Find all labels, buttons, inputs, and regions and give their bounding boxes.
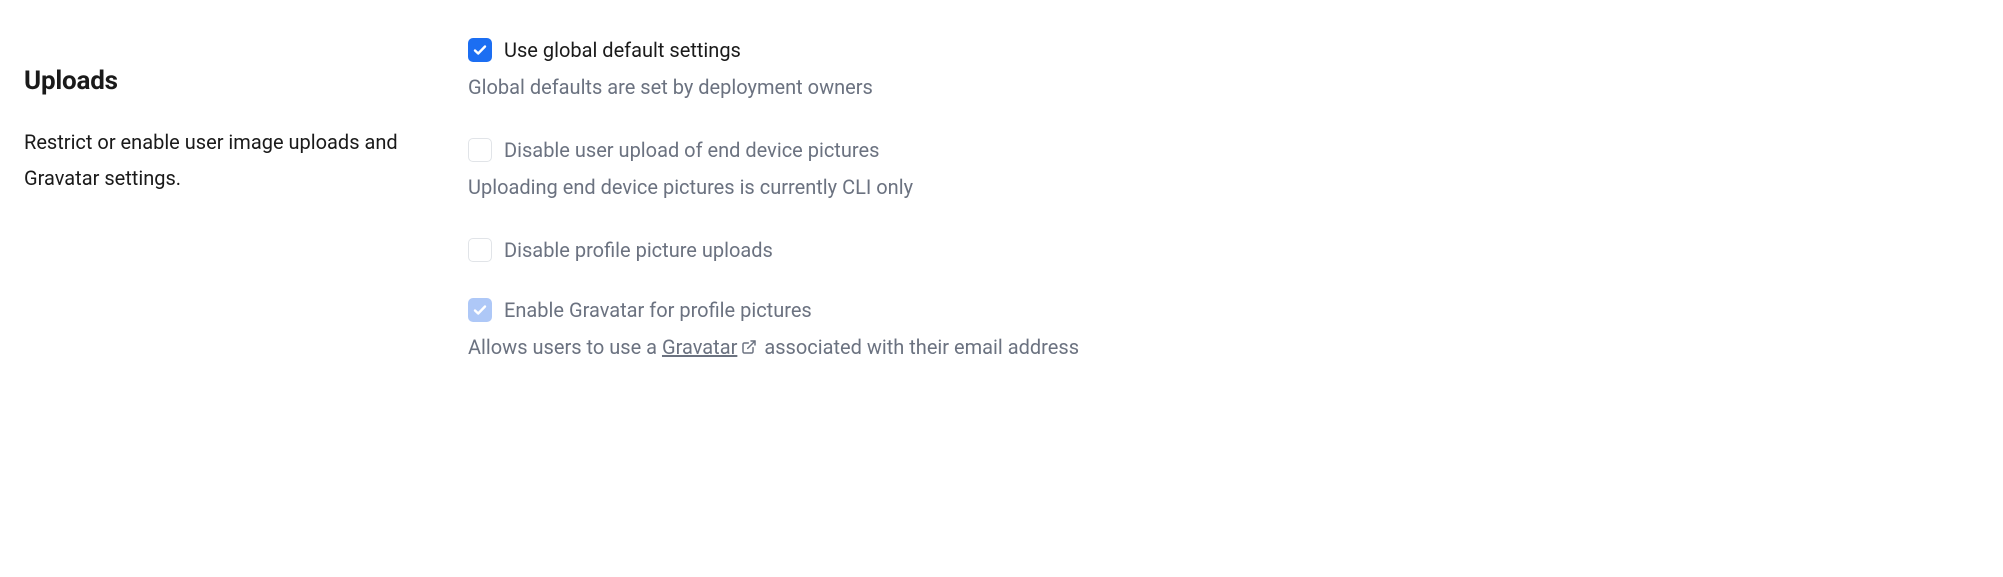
use-global-defaults-label[interactable]: Use global default settings (504, 38, 741, 62)
option-disable-profile-pictures: Disable profile picture uploads (468, 238, 1979, 262)
disable-device-pictures-help: Uploading end device pictures is current… (468, 172, 1979, 202)
gravatar-link[interactable]: Gravatar (662, 335, 737, 359)
enable-gravatar-label[interactable]: Enable Gravatar for profile pictures (504, 298, 812, 322)
enable-gravatar-help-suffix: associated with their email address (759, 335, 1079, 359)
disable-device-pictures-label[interactable]: Disable user upload of end device pictur… (504, 138, 879, 162)
section-title: Uploads (24, 66, 428, 96)
uploads-settings-section: Uploads Restrict or enable user image up… (24, 38, 1979, 362)
option-row: Disable profile picture uploads (468, 238, 1979, 262)
use-global-defaults-help: Global defaults are set by deployment ow… (468, 72, 1979, 102)
option-row: Use global default settings (468, 38, 1979, 62)
section-header-column: Uploads Restrict or enable user image up… (24, 38, 468, 196)
option-enable-gravatar: Enable Gravatar for profile pictures All… (468, 298, 1979, 362)
section-description: Restrict or enable user image uploads an… (24, 124, 428, 196)
option-row: Disable user upload of end device pictur… (468, 138, 1979, 162)
external-link-icon (741, 333, 757, 349)
use-global-defaults-checkbox[interactable] (468, 38, 492, 62)
enable-gravatar-help: Allows users to use a Gravatar associate… (468, 332, 1979, 362)
gravatar-link-text: Gravatar (662, 335, 737, 359)
disable-profile-pictures-checkbox[interactable] (468, 238, 492, 262)
enable-gravatar-help-prefix: Allows users to use a (468, 335, 662, 359)
option-row: Enable Gravatar for profile pictures (468, 298, 1979, 322)
option-disable-device-pictures: Disable user upload of end device pictur… (468, 138, 1979, 202)
disable-profile-pictures-label[interactable]: Disable profile picture uploads (504, 238, 773, 262)
enable-gravatar-checkbox[interactable] (468, 298, 492, 322)
disable-device-pictures-checkbox[interactable] (468, 138, 492, 162)
section-options-column: Use global default settings Global defau… (468, 38, 1979, 362)
option-use-global-defaults: Use global default settings Global defau… (468, 38, 1979, 102)
checkmark-icon (472, 302, 488, 318)
checkmark-icon (472, 42, 488, 58)
